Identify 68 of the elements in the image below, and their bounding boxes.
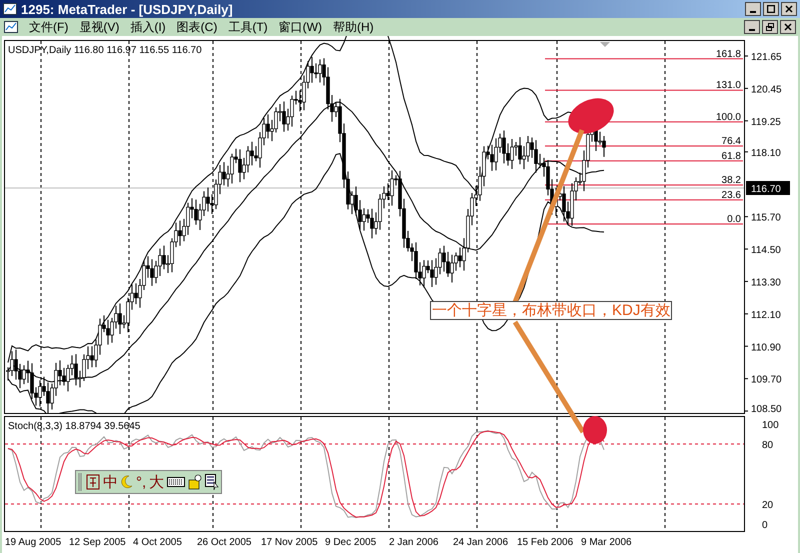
maximize-icon: [767, 5, 775, 13]
ime-toolbar-button[interactable]: 大: [149, 474, 164, 490]
fibonacci-level-label: 0.0: [727, 214, 741, 225]
current-bar-marker-icon: [600, 42, 610, 47]
stochastic-axis-label: 0: [762, 520, 768, 531]
grip-icon: [78, 473, 83, 491]
moon-icon: [121, 475, 133, 489]
highlight-ellipse: [568, 98, 614, 134]
date-axis-label: 19 Aug 2005: [5, 537, 62, 548]
fibonacci-level-label: 23.6: [722, 190, 741, 201]
highlight-ellipse: [583, 416, 607, 444]
date-axis-label: 26 Oct 2005: [197, 537, 252, 548]
input-mode-icon: [86, 473, 100, 491]
close-icon: [784, 23, 792, 31]
price-axis-label: 120.45: [751, 84, 782, 96]
fibonacci-level-label: 100.0: [716, 112, 741, 123]
price-axis-label: 115.70: [751, 212, 781, 224]
date-axis-label: 2 Jan 2006: [389, 537, 438, 548]
price-axis-label: 112.10: [751, 310, 781, 321]
price-axis-label: 114.50: [751, 245, 781, 256]
restore-icon: [766, 23, 774, 31]
menu-item[interactable]: 插入(I): [130, 21, 166, 33]
date-axis-label: 12 Sep 2005: [69, 537, 126, 548]
price-axis-label: 109.70: [751, 374, 782, 386]
fibonacci-level-label: 131.0: [716, 80, 741, 92]
date-axis-label: 17 Nov 2005: [261, 537, 318, 548]
stochastic-axis-label: 80: [762, 440, 774, 451]
menu-item[interactable]: 图表(C): [176, 21, 218, 33]
date-axis-label: 15 Feb 2006: [517, 537, 574, 548]
menu-item[interactable]: 文件(F): [29, 21, 68, 33]
close-button[interactable]: [780, 20, 796, 34]
maximize-button[interactable]: [763, 2, 779, 16]
menu-item[interactable]: 帮助(H): [332, 21, 374, 33]
price-axis-label: 113.30: [751, 277, 781, 288]
price-axis-label: 121.65: [751, 52, 782, 63]
menu-item[interactable]: 显视(V): [79, 21, 120, 33]
menu-cursor-icon: [205, 474, 220, 490]
fibonacci-level-label: 38.2: [722, 174, 741, 186]
fibonacci-level-label: 76.4: [722, 136, 741, 147]
close-icon: [785, 5, 793, 13]
menu-item[interactable]: 窗口(W): [278, 21, 322, 33]
document-icon: [4, 21, 18, 33]
current-price-tag: 116.70: [746, 181, 790, 195]
date-axis-label: 24 Jan 2006: [453, 537, 508, 548]
date-axis-label: 4 Oct 2005: [133, 537, 182, 548]
annotation-text: 一个十字星，布林带收口，KDJ有效: [430, 301, 672, 320]
ime-toolbar-button[interactable]: °,: [136, 474, 146, 490]
chart-app-icon: [3, 2, 17, 16]
price-axis-label: 119.25: [751, 116, 781, 128]
stochastic-header: Stoch(8,3,3) 18.8794 39.5645: [8, 421, 140, 432]
close-button[interactable]: [781, 2, 797, 16]
price-axis-label: 108.50: [751, 404, 782, 414]
keyboard-icon: [167, 477, 186, 487]
ime-toolbar-button[interactable]: 中: [103, 474, 118, 490]
fibonacci-level-label: 161.8: [716, 48, 741, 60]
date-axis-label: 9 Dec 2005: [325, 537, 376, 548]
restore-button[interactable]: [762, 20, 778, 34]
minimize-button[interactable]: [745, 2, 761, 16]
fibonacci-level-label: 61.8: [722, 150, 741, 162]
menu-item[interactable]: 工具(T): [228, 21, 268, 33]
stochastic-axis-label: 20: [762, 500, 774, 511]
chart-header: USDJPY,Daily 116.80 116.97 116.55 116.70: [8, 45, 202, 56]
price-axis-label: 118.10: [751, 148, 781, 159]
stochastic-axis-label: 100: [762, 420, 779, 431]
minimize-button[interactable]: [744, 20, 760, 34]
price-axis-label: 110.90: [751, 342, 781, 354]
date-axis-label: 9 Mar 2006: [581, 537, 632, 548]
window-title: 1295: MetaTrader - [USDJPY,Daily]: [21, 2, 233, 16]
